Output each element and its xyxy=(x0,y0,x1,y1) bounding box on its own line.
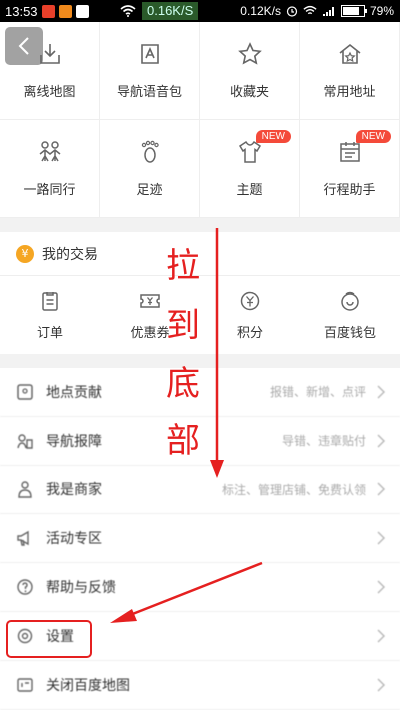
trade-item-label: 百度钱包 xyxy=(323,325,376,341)
menu-item-subtitle: 标注、管理店铺、免费认领 xyxy=(221,482,366,497)
network-speed: 0.16K/S xyxy=(142,2,199,20)
chevron-right-icon xyxy=(377,434,386,448)
new-badge: NEW xyxy=(255,130,291,143)
menu-item-label: 活动专区 xyxy=(46,531,102,548)
grid-item-label: 主题 xyxy=(236,183,263,198)
menu-item-label: 关闭百度地图 xyxy=(46,677,130,694)
menu-item-subtitle: 报错、新增、点评 xyxy=(269,385,366,400)
my-transactions-section: ¥ 我的交易 订单 优惠券 积分 百度钱包 xyxy=(0,232,400,354)
coupon-icon xyxy=(140,293,160,308)
grid-item-label: 一路同行 xyxy=(23,183,76,198)
menu-item-subtitle: 导错、违章贴付 xyxy=(281,434,366,449)
wifi-icon xyxy=(303,5,317,15)
feature-grid: 离线地图 导航语音包 收藏夹 常用地址 一路同行 足迹 NEW 主题 NEW 行… xyxy=(0,22,400,218)
grid-item-footprint[interactable]: 足迹 xyxy=(100,120,200,218)
alarm-icon xyxy=(286,6,298,17)
menu-item-close-app[interactable]: 关闭百度地图 xyxy=(0,661,400,710)
location-edit-icon xyxy=(17,384,33,400)
grid-item-label: 收藏夹 xyxy=(229,85,269,100)
wifi-icon xyxy=(120,5,136,17)
home-star-icon xyxy=(339,43,360,64)
network-speed-right: 0.12K/s xyxy=(240,4,281,18)
menu-item-navigation-report[interactable]: 导航报障 导错、违章贴付 xyxy=(0,417,400,466)
battery-icon xyxy=(340,5,367,17)
grid-item-travel-together[interactable]: 一路同行 xyxy=(0,120,100,218)
star-icon xyxy=(237,42,262,65)
grid-item-voice-pack[interactable]: 导航语音包 xyxy=(100,22,200,120)
menu-item-place-contribution[interactable]: 地点贡献 报错、新增、点评 xyxy=(0,368,400,417)
grid-item-theme[interactable]: NEW 主题 xyxy=(200,120,300,218)
trade-item-label: 订单 xyxy=(36,325,63,341)
new-badge: NEW xyxy=(355,130,391,143)
grid-item-label: 行程助手 xyxy=(323,183,376,198)
grid-item-trip-assistant[interactable]: NEW 行程助手 xyxy=(300,120,400,218)
order-icon xyxy=(42,291,58,311)
grid-item-label: 离线地图 xyxy=(23,85,76,100)
points-icon xyxy=(240,291,260,310)
megaphone-icon xyxy=(17,531,29,546)
grid-item-label: 足迹 xyxy=(136,183,163,198)
back-button[interactable] xyxy=(5,27,43,65)
trade-item-baidu-wallet[interactable]: 百度钱包 xyxy=(300,276,400,354)
chevron-right-icon xyxy=(377,629,386,643)
status-bar: 13:53 0.16K/S 0.12K/s 79% xyxy=(0,0,400,22)
help-icon xyxy=(17,579,33,595)
section-title: 我的交易 xyxy=(42,246,98,263)
trade-item-points[interactable]: 积分 xyxy=(200,276,300,354)
menu-item-events[interactable]: 活动专区 xyxy=(0,514,400,564)
grid-item-common-address[interactable]: 常用地址 xyxy=(300,22,400,120)
chevron-right-icon xyxy=(377,678,386,692)
close-app-icon xyxy=(17,677,33,692)
chevron-right-icon xyxy=(377,385,386,399)
grid-item-label: 常用地址 xyxy=(323,85,376,100)
my-transactions-header[interactable]: ¥ 我的交易 xyxy=(0,232,400,276)
gear-icon xyxy=(17,628,33,644)
people-icon xyxy=(39,141,60,162)
voice-pack-icon xyxy=(140,44,159,64)
menu-item-label: 导航报障 xyxy=(46,433,102,450)
menu-item-merchant[interactable]: 我是商家 标注、管理店铺、免费认领 xyxy=(0,466,400,515)
battery-percent: 79% xyxy=(369,4,394,18)
navigation-report-icon xyxy=(17,433,33,449)
app-notification-icon xyxy=(58,4,72,18)
yen-icon: ¥ xyxy=(16,244,34,263)
chevron-right-icon xyxy=(377,531,386,545)
signal-icon xyxy=(322,7,334,16)
app-notification-icon xyxy=(41,4,55,18)
trade-item-coupons[interactable]: 优惠券 xyxy=(100,276,200,354)
menu-item-label: 帮助与反馈 xyxy=(46,580,116,597)
grid-item-favorites[interactable]: 收藏夹 xyxy=(200,22,300,120)
footprint-icon xyxy=(141,140,159,163)
menu-item-label: 设置 xyxy=(46,628,74,645)
menu-item-help-feedback[interactable]: 帮助与反馈 xyxy=(0,563,400,612)
chevron-right-icon xyxy=(377,482,386,497)
status-time: 13:53 xyxy=(5,3,38,19)
chevron-right-icon xyxy=(377,580,386,594)
trade-item-orders[interactable]: 订单 xyxy=(0,276,100,354)
merchant-icon xyxy=(18,481,32,499)
trade-item-label: 积分 xyxy=(236,325,263,341)
wallet-icon xyxy=(341,291,359,311)
app-notification-icon xyxy=(75,4,89,18)
grid-item-label: 导航语音包 xyxy=(116,85,182,100)
menu-item-label: 我是商家 xyxy=(46,482,102,499)
trade-item-label: 优惠券 xyxy=(130,325,170,341)
menu-list: 地点贡献 报错、新增、点评 导航报障 导错、违章贴付 我是商家 标注、管理店铺、… xyxy=(0,368,400,710)
menu-item-settings[interactable]: 设置 xyxy=(0,612,400,661)
chevron-left-icon xyxy=(18,37,29,55)
menu-item-label: 地点贡献 xyxy=(46,384,102,401)
